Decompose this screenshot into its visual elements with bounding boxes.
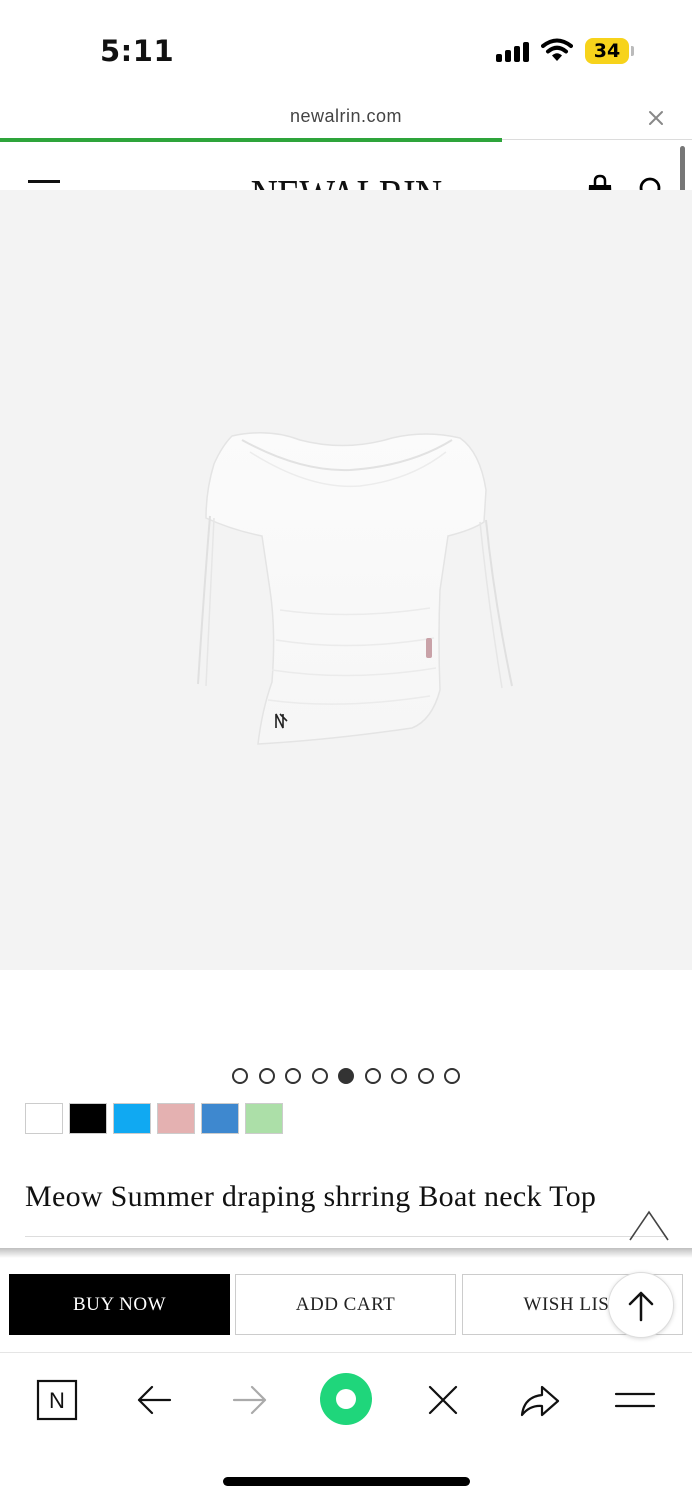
hamburger-menu-icon[interactable] bbox=[611, 1375, 661, 1425]
gallery-dot[interactable] bbox=[444, 1068, 460, 1084]
close-icon[interactable] bbox=[645, 107, 667, 129]
gallery-dot[interactable] bbox=[338, 1068, 354, 1084]
gallery-dot[interactable] bbox=[391, 1068, 407, 1084]
product-image[interactable] bbox=[0, 190, 692, 970]
status-bar: 5:11 34 bbox=[0, 0, 692, 100]
battery-level: 34 bbox=[593, 40, 621, 62]
color-swatch[interactable] bbox=[113, 1103, 151, 1134]
url-text[interactable]: newalrin.com bbox=[0, 106, 692, 127]
scroll-to-top-button[interactable] bbox=[608, 1272, 674, 1338]
n-logo-text: N bbox=[49, 1388, 65, 1413]
site-header: NEWALRIN bbox=[0, 142, 692, 220]
buy-now-button[interactable]: BUY NOW bbox=[9, 1274, 230, 1335]
arrow-up-icon bbox=[628, 1291, 654, 1322]
color-swatch[interactable] bbox=[69, 1103, 107, 1134]
share-icon[interactable] bbox=[514, 1375, 564, 1425]
color-swatch[interactable] bbox=[157, 1103, 195, 1134]
naver-home-icon[interactable]: N bbox=[33, 1375, 83, 1425]
gallery-dot[interactable] bbox=[285, 1068, 301, 1084]
gallery-dot[interactable] bbox=[258, 1068, 275, 1084]
divider bbox=[25, 1236, 667, 1237]
browser-url-bar[interactable]: newalrin.com bbox=[0, 100, 692, 140]
add-cart-button[interactable]: ADD CART bbox=[235, 1274, 456, 1335]
gallery-dot[interactable] bbox=[311, 1068, 328, 1084]
home-indicator[interactable] bbox=[223, 1477, 470, 1486]
gallery-dot[interactable] bbox=[364, 1068, 381, 1084]
color-swatch[interactable] bbox=[245, 1103, 283, 1134]
gallery-dot[interactable] bbox=[232, 1068, 248, 1084]
green-dot-icon[interactable] bbox=[318, 1371, 374, 1427]
color-swatch[interactable] bbox=[25, 1103, 63, 1134]
action-bar-shadow bbox=[0, 1248, 692, 1258]
status-time: 5:11 bbox=[100, 34, 175, 68]
battery-icon: 34 bbox=[585, 38, 634, 64]
back-arrow-icon[interactable] bbox=[130, 1375, 180, 1425]
color-swatch[interactable] bbox=[201, 1103, 239, 1134]
cellular-signal-icon bbox=[496, 42, 532, 62]
wifi-icon bbox=[541, 38, 573, 62]
collapse-caret-icon[interactable] bbox=[628, 1208, 670, 1242]
close-tab-icon[interactable] bbox=[418, 1375, 468, 1425]
product-title: Meow Summer draping shrring Boat neck To… bbox=[25, 1180, 597, 1213]
gallery-dot[interactable] bbox=[417, 1068, 434, 1084]
forward-arrow-icon[interactable] bbox=[226, 1375, 276, 1425]
